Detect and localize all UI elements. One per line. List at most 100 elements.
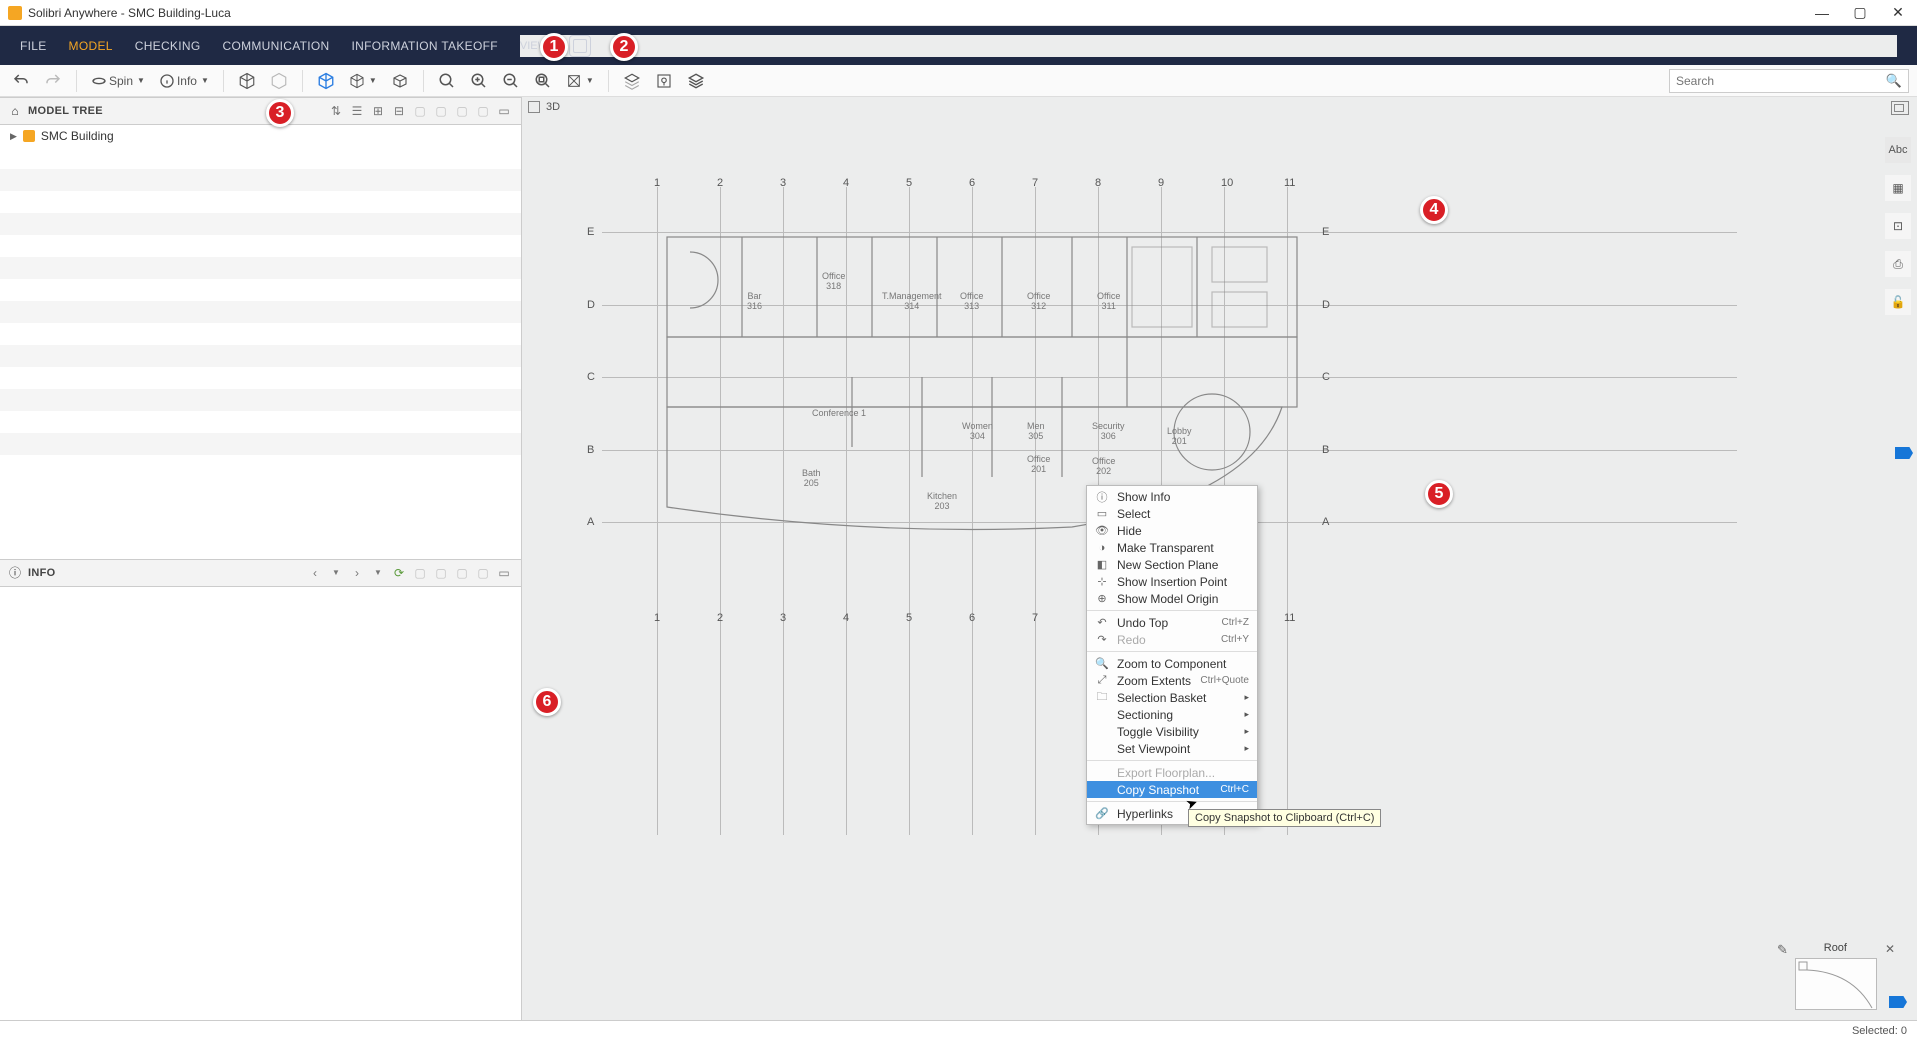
menu-model[interactable]: MODEL — [69, 39, 113, 53]
zoom-area-icon[interactable] — [530, 68, 556, 94]
lock-tool-icon[interactable]: 🔓 — [1885, 289, 1911, 315]
search-icon[interactable]: 🔍 — [1886, 73, 1902, 89]
tree-action-2[interactable]: ☰ — [348, 102, 366, 120]
cube-tool-2[interactable] — [266, 68, 292, 94]
info-prev[interactable]: ‹ — [306, 564, 324, 582]
room-label: Office311 — [1097, 292, 1120, 312]
menu-file[interactable]: FILE — [20, 39, 47, 53]
layers-icon[interactable] — [619, 68, 645, 94]
info-refresh[interactable]: ⟳ — [390, 564, 408, 582]
info-a7[interactable]: ▢ — [453, 564, 471, 582]
fullscreen-icon[interactable] — [569, 35, 591, 57]
minimize-button[interactable]: — — [1811, 2, 1833, 24]
zoom-plus-icon[interactable] — [466, 68, 492, 94]
minimap-close-icon[interactable]: ✕ — [1885, 942, 1895, 956]
close-button[interactable]: ✕ — [1887, 2, 1909, 24]
tree-action-1[interactable]: ⇅ — [327, 102, 345, 120]
context-menu-item[interactable]: 🗀Selection Basket▸ — [1087, 689, 1257, 706]
cube-tool-1[interactable] — [234, 68, 260, 94]
separator — [76, 70, 77, 92]
section-tool[interactable]: ▼ — [562, 68, 598, 94]
context-menu-item[interactable]: 👁Hide — [1087, 522, 1257, 539]
context-menu-item[interactable]: ◧New Section Plane — [1087, 556, 1257, 573]
pdf-tool-icon[interactable]: ⎙ — [1885, 251, 1911, 277]
search-input[interactable] — [1676, 74, 1886, 88]
tree-action-6[interactable]: ▢ — [432, 102, 450, 120]
cube-dropdown-tool[interactable]: ▼ — [345, 68, 381, 94]
tree-action-3[interactable]: ⊞ — [369, 102, 387, 120]
context-menu-item[interactable]: ↶Undo TopCtrl+Z — [1087, 614, 1257, 631]
model-tree-header: ⌂ MODEL TREE ⇅ ☰ ⊞ ⊟ ▢ ▢ ▢ ▢ ▭ — [0, 97, 521, 125]
model-tree-title: MODEL TREE — [28, 105, 103, 117]
annotation-badge-1: 1 — [540, 33, 568, 61]
selected-count: Selected: 0 — [1852, 1025, 1907, 1037]
menu-communication[interactable]: COMMUNICATION — [222, 39, 329, 53]
tree-root-label: SMC Building — [41, 129, 114, 143]
context-menu-item[interactable]: ⓘShow Info — [1087, 488, 1257, 505]
info-a8[interactable]: ▢ — [474, 564, 492, 582]
context-menu-item[interactable]: ▭Select — [1087, 505, 1257, 522]
context-menu-item[interactable]: Sectioning▸ — [1087, 706, 1257, 723]
expand-icon[interactable]: ▶ — [10, 131, 17, 142]
stack-icon[interactable] — [683, 68, 709, 94]
cube-blue-tool[interactable] — [313, 68, 339, 94]
zoom-minus-icon[interactable] — [498, 68, 524, 94]
menu-checking[interactable]: CHECKING — [135, 39, 201, 53]
tree-action-max[interactable]: ▭ — [495, 102, 513, 120]
info-a5[interactable]: ▢ — [411, 564, 429, 582]
redo-icon[interactable] — [40, 68, 66, 94]
context-menu-item[interactable]: 🔍Zoom to Component — [1087, 655, 1257, 672]
abc-tool[interactable]: Abc — [1885, 137, 1911, 163]
info-panel-title: INFO — [28, 567, 55, 579]
cube-icon — [528, 101, 540, 113]
search-box[interactable]: 🔍 — [1669, 69, 1909, 93]
room-label: Office202 — [1092, 457, 1115, 477]
minimap-edit-icon[interactable]: ✎ — [1777, 942, 1788, 958]
model-icon — [23, 130, 35, 142]
blue-marker-2[interactable] — [1889, 996, 1907, 1008]
context-menu-item[interactable]: Copy SnapshotCtrl+C — [1087, 781, 1257, 798]
menu-information-takeoff[interactable]: INFORMATION TAKEOFF — [352, 39, 498, 53]
info-a6[interactable]: ▢ — [432, 564, 450, 582]
room-label: Women304 — [962, 422, 993, 442]
model-tree[interactable]: ▶ SMC Building — [0, 125, 521, 559]
viewport-maximize-icon[interactable] — [1891, 101, 1909, 115]
wire-cube-tool[interactable] — [387, 68, 413, 94]
context-menu-item[interactable]: ⊕Show Model Origin — [1087, 590, 1257, 607]
viewport-header: 3D — [528, 101, 560, 113]
annotation-badge-6: 6 — [533, 688, 561, 716]
room-label: Men305 — [1027, 422, 1045, 442]
maximize-button[interactable]: ▢ — [1849, 2, 1871, 24]
context-menu-item[interactable]: ⤢Zoom ExtentsCtrl+Quote — [1087, 672, 1257, 689]
info-max[interactable]: ▭ — [495, 564, 513, 582]
minimap-box[interactable] — [1795, 958, 1877, 1010]
context-menu-item[interactable]: ◑Make Transparent — [1087, 539, 1257, 556]
grid-tool-icon[interactable]: ▦ — [1885, 175, 1911, 201]
dimension-tool-icon[interactable]: ⊡ — [1885, 213, 1911, 239]
viewport-container[interactable]: 3D Abc ▦ ⊡ ⎙ 🔓 1122334455667788991010111… — [522, 97, 1917, 1020]
context-menu-item[interactable]: ↷RedoCtrl+Y — [1087, 631, 1257, 648]
spin-tool[interactable]: Spin▼ — [87, 68, 149, 94]
tree-action-7[interactable]: ▢ — [453, 102, 471, 120]
info-next[interactable]: › — [348, 564, 366, 582]
title-bar: Solibri Anywhere - SMC Building-Luca — ▢… — [0, 0, 1917, 26]
info-label: Info — [177, 74, 197, 88]
tree-action-8[interactable]: ▢ — [474, 102, 492, 120]
viewport-label: 3D — [546, 101, 560, 113]
info-next-drop[interactable]: ▼ — [369, 564, 387, 582]
zoom-in-icon[interactable] — [434, 68, 460, 94]
info-prev-drop[interactable]: ▼ — [327, 564, 345, 582]
blue-marker-1[interactable] — [1895, 447, 1913, 459]
tree-action-4[interactable]: ⊟ — [390, 102, 408, 120]
context-menu-item[interactable]: Set Viewpoint▸ — [1087, 740, 1257, 757]
context-menu-item[interactable]: ⊹Show Insertion Point — [1087, 573, 1257, 590]
tree-action-5[interactable]: ▢ — [411, 102, 429, 120]
annotation-badge-3: 3 — [266, 99, 294, 127]
undo-icon[interactable] — [8, 68, 34, 94]
tree-root-row[interactable]: ▶ SMC Building — [0, 125, 521, 147]
minimap[interactable]: ✎ Roof ✕ — [1795, 948, 1877, 1010]
map-pin-icon[interactable] — [651, 68, 677, 94]
context-menu-item[interactable]: Toggle Visibility▸ — [1087, 723, 1257, 740]
context-menu-item[interactable]: Export Floorplan... — [1087, 764, 1257, 781]
info-tool[interactable]: Info▼ — [155, 68, 213, 94]
